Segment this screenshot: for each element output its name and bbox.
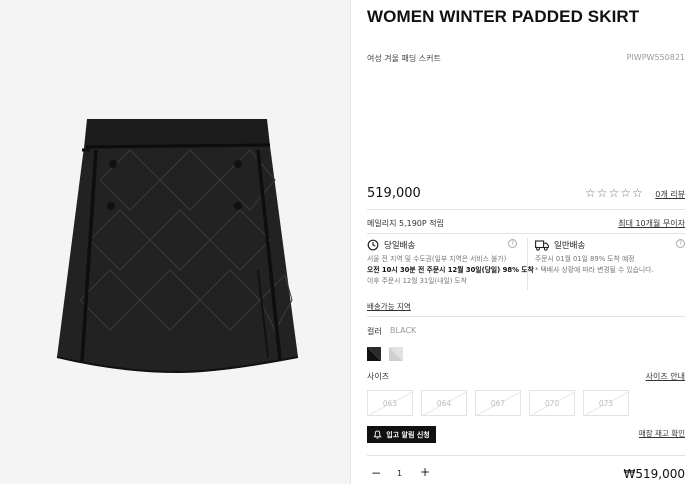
bell-icon [373, 430, 382, 439]
product-price: 519,000 [367, 186, 421, 201]
divider [367, 455, 685, 456]
color-label: 컬러 [367, 327, 382, 336]
same-day-title: 당일배송 [384, 241, 416, 251]
rating-stars: ☆☆☆☆☆ [585, 186, 644, 200]
quantity-value[interactable]: 1 [397, 469, 402, 478]
product-info-panel: WOMEN WINTER PADDED SKIRT 여성 겨울 패딩 스커트 P… [367, 0, 685, 484]
same-day-line: 서울 전 지역 및 수도권(일부 지역은 서비스 불가) [367, 255, 507, 263]
product-image [0, 0, 350, 484]
color-value: BLACK [390, 326, 417, 335]
color-swatch-black[interactable] [367, 346, 381, 361]
product-korean-name: 여성 겨울 패딩 스커트 [367, 54, 441, 63]
panel-divider [350, 0, 351, 484]
same-day-line: 이후 주문시 12월 31일(내일) 도착 [367, 277, 468, 285]
standard-shipping: 일반배송 ? 주문시 01월 01일 89% 도착 예정 * 택배사 상황에 따… [535, 238, 685, 276]
skirt-photo [56, 119, 299, 374]
help-icon[interactable]: ? [676, 239, 685, 248]
quantity-decrease-button[interactable]: − [371, 466, 381, 480]
size-option[interactable]: 070 [529, 390, 575, 416]
vertical-divider [527, 238, 528, 290]
installment-link[interactable]: 최대 10개월 무이자 [618, 218, 685, 229]
color-swatch-gray[interactable] [389, 346, 403, 361]
clock-icon [367, 239, 379, 251]
truck-icon [535, 239, 549, 251]
size-option[interactable]: 067 [475, 390, 521, 416]
shipping-area-link[interactable]: 배송가능 지역 [367, 301, 411, 312]
restock-alert-button[interactable]: 입고 알림 신청 [367, 426, 436, 443]
size-option[interactable]: 064 [421, 390, 467, 416]
size-label: 사이즈 [367, 372, 390, 381]
size-option[interactable]: 063 [367, 390, 413, 416]
size-option[interactable]: 073 [583, 390, 629, 416]
standard-title: 일반배송 [554, 241, 586, 251]
review-count-link[interactable]: 0개 리뷰 [655, 189, 685, 200]
divider [367, 209, 685, 210]
store-stock-link[interactable]: 매장 재고 확인 [639, 428, 685, 439]
standard-line: 주문시 01월 01일 89% 도착 예정 [535, 255, 635, 263]
help-icon[interactable]: ? [508, 239, 517, 248]
product-title: WOMEN WINTER PADDED SKIRT [367, 7, 640, 26]
standard-line: * 택배사 상황에 따라 변경될 수 있습니다. [535, 266, 654, 274]
product-code: PIWPW550821 [626, 53, 685, 62]
quantity-increase-button[interactable]: + [420, 465, 430, 479]
same-day-shipping: 당일배송 ? 서울 전 지역 및 수도권(일부 지역은 서비스 불가) 오전 1… [367, 238, 534, 287]
size-guide-link[interactable]: 사이즈 안내 [646, 371, 685, 382]
total-price: ₩519,000 [623, 467, 686, 481]
divider [367, 316, 685, 317]
same-day-line: 오전 10시 30분 전 주문시 12월 30일(당일) 98% 도착 [367, 266, 534, 274]
mileage-text: 메일리지 5,190P 적립 [367, 219, 444, 228]
divider [367, 233, 685, 234]
